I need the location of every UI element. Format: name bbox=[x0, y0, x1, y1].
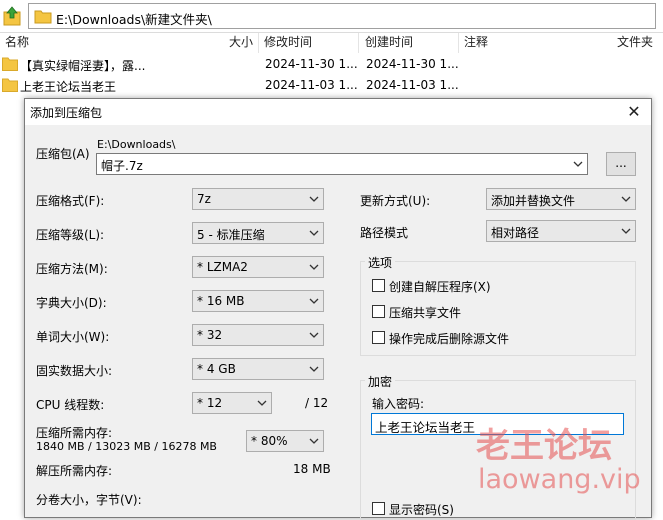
file-row[interactable]: 上老王论坛当老王 2024-11-03 1... 2024-11-03 1... bbox=[0, 75, 663, 96]
solid-select[interactable]: * 4 GB bbox=[192, 358, 324, 380]
mem-decomp-label: 解压所需内存: bbox=[36, 464, 113, 478]
pathmode-label: 路径模式 bbox=[360, 226, 409, 240]
chevron-down-icon bbox=[309, 366, 319, 372]
update-label: 更新方式(U): bbox=[360, 194, 431, 208]
level-select[interactable]: 5 - 标准压缩 bbox=[192, 222, 324, 244]
threads-max: / 12 bbox=[305, 396, 329, 410]
folder-icon bbox=[2, 78, 18, 92]
pathmode-select[interactable]: 相对路径 bbox=[486, 220, 636, 242]
show-password-label[interactable]: 显示密码(S) bbox=[389, 501, 454, 518]
shared-label[interactable]: 压缩共享文件 bbox=[389, 304, 461, 321]
mem-comp-select[interactable]: * 80% bbox=[246, 430, 324, 452]
column-modified[interactable]: 修改时间 bbox=[264, 33, 312, 53]
method-value: * LZMA2 bbox=[197, 260, 248, 274]
dict-select[interactable]: * 16 MB bbox=[192, 290, 324, 312]
format-value: 7z bbox=[197, 192, 211, 206]
archive-name-value: 帽子.7z bbox=[101, 159, 143, 173]
threads-select[interactable]: * 12 bbox=[192, 392, 272, 414]
mem-comp-detail: 1840 MB / 13023 MB / 16278 MB bbox=[36, 440, 217, 453]
column-size[interactable]: 大小 bbox=[229, 33, 253, 53]
pathmode-value: 相对路径 bbox=[491, 226, 540, 240]
encryption-title: 加密 bbox=[365, 373, 396, 390]
column-comment[interactable]: 注释 bbox=[464, 33, 488, 53]
file-modified: 2024-11-03 1... bbox=[265, 78, 358, 92]
column-divider[interactable] bbox=[258, 33, 259, 53]
password-value: 上老王论坛当老王 bbox=[375, 420, 476, 435]
folder-icon bbox=[2, 57, 18, 71]
update-select[interactable]: 添加并替换文件 bbox=[486, 188, 636, 210]
archive-name-input[interactable]: 帽子.7z bbox=[96, 153, 588, 175]
address-input[interactable]: E:\Downloads\新建文件夹\ bbox=[28, 3, 656, 29]
file-modified: 2024-11-30 1... bbox=[265, 57, 358, 71]
chevron-down-icon bbox=[257, 400, 267, 406]
level-label: 压缩等级(L): bbox=[36, 228, 105, 242]
mem-comp-label: 压缩所需内存: bbox=[36, 426, 113, 440]
method-label: 压缩方法(M): bbox=[36, 262, 108, 276]
chevron-down-icon[interactable] bbox=[572, 157, 584, 171]
mem-comp-value: * 80% bbox=[251, 434, 288, 448]
solid-label: 固实数据大小: bbox=[36, 364, 113, 378]
close-icon[interactable]: ✕ bbox=[624, 102, 644, 122]
options-title: 选项 bbox=[365, 254, 396, 271]
update-value: 添加并替换文件 bbox=[491, 194, 576, 208]
chevron-down-icon bbox=[309, 438, 319, 444]
file-name: 【真实绿帽淫妻】，露... bbox=[20, 59, 146, 73]
level-value: 5 - 标准压缩 bbox=[197, 228, 265, 242]
chevron-down-icon bbox=[621, 196, 631, 202]
chevron-down-icon bbox=[309, 264, 319, 270]
sfx-label[interactable]: 创建自解压程序(X) bbox=[389, 278, 491, 295]
dict-value: * 16 MB bbox=[197, 294, 245, 308]
chevron-down-icon bbox=[309, 230, 319, 236]
threads-value: * 12 bbox=[197, 396, 223, 410]
password-label: 输入密码: bbox=[372, 397, 425, 411]
delete-label[interactable]: 操作完成后删除源文件 bbox=[389, 330, 509, 347]
column-divider[interactable] bbox=[358, 33, 359, 53]
address-bar: E:\Downloads\新建文件夹\ bbox=[0, 0, 663, 33]
format-label: 压缩格式(F): bbox=[36, 194, 105, 208]
watermark-cn: 老王论坛 bbox=[476, 426, 612, 466]
volume-label: 分卷大小，字节(V): bbox=[36, 493, 142, 507]
file-row[interactable]: 【真实绿帽淫妻】，露... 2024-11-30 1... 2024-11-30… bbox=[0, 54, 663, 75]
sfx-checkbox[interactable] bbox=[372, 279, 385, 292]
delete-checkbox[interactable] bbox=[372, 331, 385, 344]
archive-dir: E:\Downloads\ bbox=[97, 138, 176, 151]
dialog-title: 添加到压缩包 bbox=[30, 106, 103, 120]
archive-label: 压缩包(A) bbox=[36, 147, 90, 161]
column-created[interactable]: 创建时间 bbox=[365, 33, 413, 53]
word-label: 单词大小(W): bbox=[36, 330, 110, 344]
chevron-down-icon bbox=[309, 298, 319, 304]
shared-checkbox[interactable] bbox=[372, 305, 385, 318]
column-name[interactable]: 名称 bbox=[5, 33, 29, 53]
chevron-down-icon bbox=[309, 196, 319, 202]
dict-label: 字典大小(D): bbox=[36, 296, 107, 310]
up-folder-icon[interactable] bbox=[3, 6, 21, 26]
file-created: 2024-11-30 1... bbox=[366, 57, 459, 71]
format-select[interactable]: 7z bbox=[192, 188, 324, 210]
show-password-checkbox[interactable] bbox=[372, 502, 385, 515]
browse-button[interactable]: ... bbox=[606, 152, 636, 176]
chevron-down-icon bbox=[309, 332, 319, 338]
chevron-down-icon bbox=[621, 228, 631, 234]
column-divider[interactable] bbox=[458, 33, 459, 53]
word-value: * 32 bbox=[197, 328, 223, 342]
folder-icon bbox=[34, 10, 52, 24]
file-created: 2024-11-03 1... bbox=[366, 78, 459, 92]
word-select[interactable]: * 32 bbox=[192, 324, 324, 346]
threads-label: CPU 线程数: bbox=[36, 398, 105, 412]
column-folders[interactable]: 文件夹 bbox=[617, 33, 653, 53]
watermark-en: laowang.vip bbox=[478, 464, 641, 495]
mem-decomp-value: 18 MB bbox=[293, 462, 331, 476]
address-path: E:\Downloads\新建文件夹\ bbox=[56, 12, 212, 27]
file-name: 上老王论坛当老王 bbox=[20, 80, 117, 94]
solid-value: * 4 GB bbox=[197, 362, 236, 376]
method-select[interactable]: * LZMA2 bbox=[192, 256, 324, 278]
dialog-titlebar[interactable]: 添加到压缩包 ✕ bbox=[25, 99, 651, 125]
